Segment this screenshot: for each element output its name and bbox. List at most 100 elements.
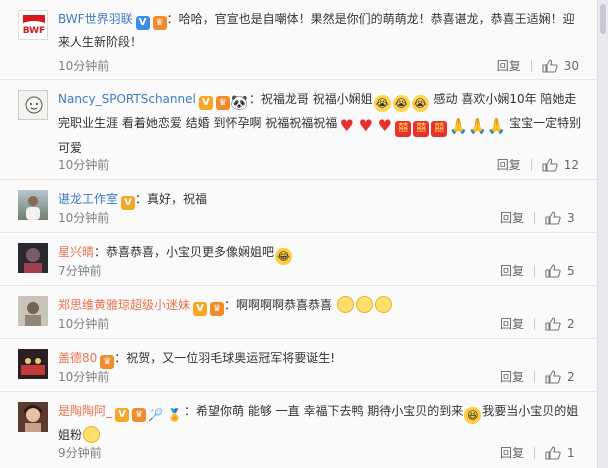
like-count: 2 <box>567 369 575 384</box>
comment-actions: 回复 5 <box>500 262 579 279</box>
divider <box>534 211 535 224</box>
username[interactable]: 郑思维黄雅琼超级小迷妹 <box>58 298 190 312</box>
thumbs-up-icon[interactable] <box>545 263 561 278</box>
timestamp: 7分钟前 <box>58 264 102 278</box>
username[interactable]: BWF世界羽联 <box>58 12 133 26</box>
comment-text: ：啊啊啊啊恭喜恭喜 <box>224 298 333 312</box>
divider <box>530 59 532 72</box>
timestamp: 10分钟前 <box>58 317 110 331</box>
avatar[interactable] <box>18 296 48 326</box>
thumbs-up-icon[interactable] <box>545 210 561 225</box>
medal-icon: 🏅 <box>167 408 182 422</box>
avatar[interactable] <box>18 349 48 379</box>
like-count: 2 <box>567 316 575 331</box>
reply-button[interactable]: 回复 <box>500 444 524 461</box>
comment-text: ：祝福龙哥 祝福小娴姐 <box>248 92 373 106</box>
comment-item: 星兴晴：恭喜恭喜，小宝贝更多像娴姐吧 😂 7分钟前 回复 5 <box>0 233 597 286</box>
verified-v-icon: V <box>198 96 213 110</box>
comment-actions: 回复 2 <box>500 368 579 385</box>
avatar-logo-text: BWF <box>23 26 45 36</box>
thumbs-up-icon[interactable] <box>545 316 561 331</box>
comment-item: 郑思维黄雅琼超级小迷妹 V ♛ ：啊啊啊啊恭喜恭喜 10分钟前 回复 2 <box>0 286 597 339</box>
comment-item: 是陶陶阿_ V ♛ 🏸 🏅 ：希望你萌 能够 一直 幸福下去鸭 期待小宝贝的到来 😆 我要当小… <box>0 392 597 468</box>
comment-actions: 回复 3 <box>500 209 579 226</box>
stage-photo-icon <box>18 349 48 379</box>
divider <box>534 446 535 459</box>
avatar[interactable]: BWF <box>18 10 48 40</box>
double-happiness-icon: 囍 <box>395 121 412 137</box>
laughing-emoji-icon: 😆 <box>464 407 482 424</box>
comment-content: BWF世界羽联 V ♛ ：哈哈，官宣也是自嘲体！果然是你们的萌萌龙！恭喜谌龙，恭喜王适… <box>58 8 583 54</box>
person-photo-icon <box>26 196 40 220</box>
verified-v-icon: V <box>115 408 130 422</box>
pray-emoji-icon: 🙏 <box>487 117 506 135</box>
comment-item: BWF BWF世界羽联 V ♛ ：哈哈，官宣也是自嘲体！果然是你们的萌萌龙！恭喜谌龙，… <box>0 0 597 80</box>
person-photo-icon <box>25 302 41 326</box>
like-count: 1 <box>567 445 575 460</box>
verified-v-icon: V <box>121 196 136 210</box>
reply-button[interactable]: 回复 <box>500 368 524 385</box>
reply-button[interactable]: 回复 <box>500 315 524 332</box>
comment-content: 谌龙工作室 V ：真好，祝福 <box>58 188 583 211</box>
like-count: 12 <box>563 157 579 172</box>
reply-button[interactable]: 回复 <box>500 209 524 226</box>
comment-item: Nancy_SPORTSchannel V ♛ 🐼：祝福龙哥 祝福小娴姐 😭 😭 😭 感动 … <box>0 80 597 180</box>
crying-emoji-icon: 😭 <box>373 95 391 112</box>
badminton-icon: 🏸 <box>148 408 163 422</box>
member-crown-icon: ♛ <box>132 408 147 422</box>
double-happiness-icon: 囍 <box>413 121 430 137</box>
username[interactable]: 谌龙工作室 <box>58 192 118 206</box>
username[interactable]: 星兴晴 <box>58 245 94 259</box>
comment-text: ：真好，祝福 <box>135 192 208 206</box>
comment-text: ：祝贺，又一位羽毛球奥运冠军将要诞生! <box>114 351 336 365</box>
divider <box>534 370 535 383</box>
comment-actions: 回复 2 <box>500 315 579 332</box>
bwf-logo-icon: BWF <box>19 11 47 39</box>
comment-content: 是陶陶阿_ V ♛ 🏸 🏅 ：希望你萌 能够 一直 幸福下去鸭 期待小宝贝的到来 😆 我要当小… <box>58 400 583 447</box>
smile-emoji-icon <box>374 296 392 313</box>
scrollbar[interactable] <box>597 0 608 468</box>
comment-content: Nancy_SPORTSchannel V ♛ 🐼：祝福龙哥 祝福小娴姐 😭 😭 😭 感动 … <box>58 88 583 160</box>
comment-list: BWF BWF世界羽联 V ♛ ：哈哈，官宣也是自嘲体！果然是你们的萌萌龙！恭喜谌龙，… <box>0 0 597 468</box>
divider <box>534 264 535 277</box>
comment-item: 谌龙工作室 V ：真好，祝福 10分钟前 回复 3 <box>0 180 597 233</box>
smile-emoji-icon <box>83 426 101 443</box>
pray-emoji-icon: 🙏 <box>468 117 487 135</box>
verified-v-icon: V <box>193 302 208 316</box>
timestamp: 9分钟前 <box>58 446 102 460</box>
reply-button[interactable]: 回复 <box>497 156 521 173</box>
thumbs-up-icon[interactable] <box>545 445 561 460</box>
thumbs-up-icon[interactable] <box>542 157 558 172</box>
reply-button[interactable]: 回复 <box>500 262 524 279</box>
laughing-emoji-icon: 😂 <box>275 248 293 265</box>
sketch-avatar-icon <box>25 96 43 114</box>
username[interactable]: Nancy_SPORTSchannel <box>58 92 196 106</box>
comment-actions: 回复 1 <box>500 444 579 461</box>
member-crown-icon: ♛ <box>215 96 230 110</box>
avatar[interactable] <box>18 190 48 220</box>
username[interactable]: 盖德80 <box>58 351 97 365</box>
member-crown-icon: ♛ <box>152 16 167 30</box>
comment-content: 盖德80 ♛ ：祝贺，又一位羽毛球奥运冠军将要诞生! <box>58 347 583 370</box>
avatar[interactable] <box>18 243 48 273</box>
avatar[interactable] <box>18 90 48 120</box>
comment-item: 盖德80 ♛ ：祝贺，又一位羽毛球奥运冠军将要诞生! 10分钟前 回复 2 <box>0 339 597 392</box>
smile-emoji-icon <box>355 296 373 313</box>
reply-button[interactable]: 回复 <box>497 57 521 74</box>
username[interactable]: 是陶陶阿_ <box>58 404 112 418</box>
scrollbar-thumb[interactable] <box>600 4 606 34</box>
thumbs-up-icon[interactable] <box>545 369 561 384</box>
avatar[interactable] <box>18 402 48 432</box>
comment-content: 郑思维黄雅琼超级小迷妹 V ♛ ：啊啊啊啊恭喜恭喜 <box>58 294 583 317</box>
divider <box>530 158 532 171</box>
verified-v-icon: V <box>135 16 150 30</box>
comment-text: ：恭喜恭喜，小宝贝更多像娴姐吧 <box>94 245 275 259</box>
member-crown-icon: ♛ <box>210 302 225 316</box>
pray-emoji-icon: 🙏 <box>449 117 468 135</box>
like-count: 30 <box>563 58 579 73</box>
heart-emoji-icon: ♥ <box>339 116 354 135</box>
like-count: 5 <box>567 263 575 278</box>
panda-emoji-icon: 🐼 <box>230 95 249 111</box>
thumbs-up-icon[interactable] <box>542 58 558 73</box>
person-photo-icon <box>24 248 42 273</box>
